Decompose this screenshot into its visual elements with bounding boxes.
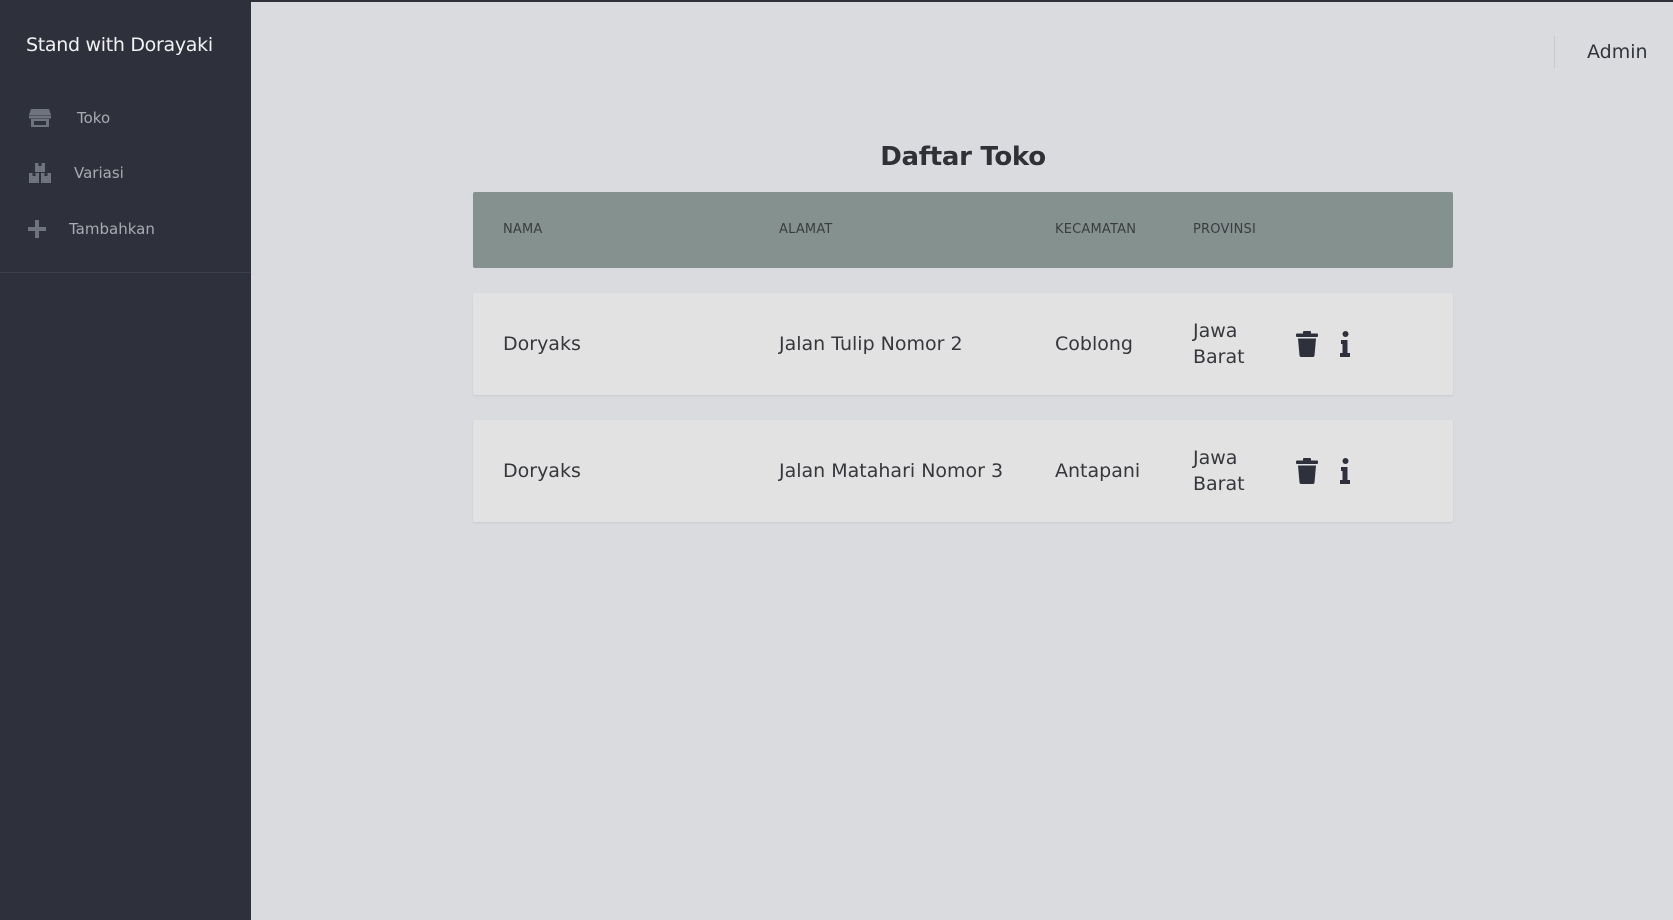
cell-provinsi: Jawa Barat: [1193, 447, 1245, 495]
store-icon: [29, 109, 51, 127]
column-header-kecamatan: KECAMATAN: [1055, 222, 1137, 237]
plus-icon: [28, 220, 46, 238]
boxes-icon: [29, 163, 51, 183]
sidebar-item-label: Tambahkan: [69, 220, 155, 238]
cell-alamat: Jalan Tulip Nomor 2: [779, 333, 963, 355]
trash-icon[interactable]: [1296, 331, 1318, 357]
table-row: Doryaks Jalan Matahari Nomor 3 Antapani …: [473, 420, 1453, 522]
cell-nama: Doryaks: [503, 333, 581, 355]
sidebar-item-variasi[interactable]: Variasi: [0, 151, 251, 195]
info-icon[interactable]: [1340, 458, 1350, 484]
cell-nama: Doryaks: [503, 460, 581, 482]
page-title: Daftar Toko: [880, 142, 1046, 172]
sidebar-item-tambahkan[interactable]: Tambahkan: [0, 207, 251, 251]
sidebar-divider: [0, 272, 251, 273]
brand-title[interactable]: Stand with Dorayaki: [26, 34, 213, 56]
trash-icon[interactable]: [1296, 458, 1318, 484]
sidebar: Stand with Dorayaki Toko Variasi Tambahk…: [0, 2, 251, 920]
info-icon[interactable]: [1340, 331, 1350, 357]
cell-alamat: Jalan Matahari Nomor 3: [779, 460, 1004, 482]
cell-kecamatan: Antapani: [1055, 460, 1141, 482]
column-header-nama: NAMA: [503, 222, 543, 237]
sidebar-item-toko[interactable]: Toko: [0, 96, 251, 140]
column-header-provinsi: PROVINSI: [1193, 222, 1257, 237]
column-header-alamat: ALAMAT: [779, 222, 833, 237]
table-header: NAMA ALAMAT KECAMATAN PROVINSI: [473, 192, 1453, 268]
table-row: Doryaks Jalan Tulip Nomor 2 Coblong Jawa…: [473, 293, 1453, 395]
sidebar-item-label: Toko: [77, 109, 111, 127]
cell-kecamatan: Coblong: [1055, 333, 1133, 355]
cell-provinsi: Jawa Barat: [1193, 320, 1245, 368]
sidebar-item-label: Variasi: [74, 164, 124, 182]
header-divider: [1554, 36, 1555, 68]
user-menu[interactable]: Admin: [1587, 41, 1648, 63]
